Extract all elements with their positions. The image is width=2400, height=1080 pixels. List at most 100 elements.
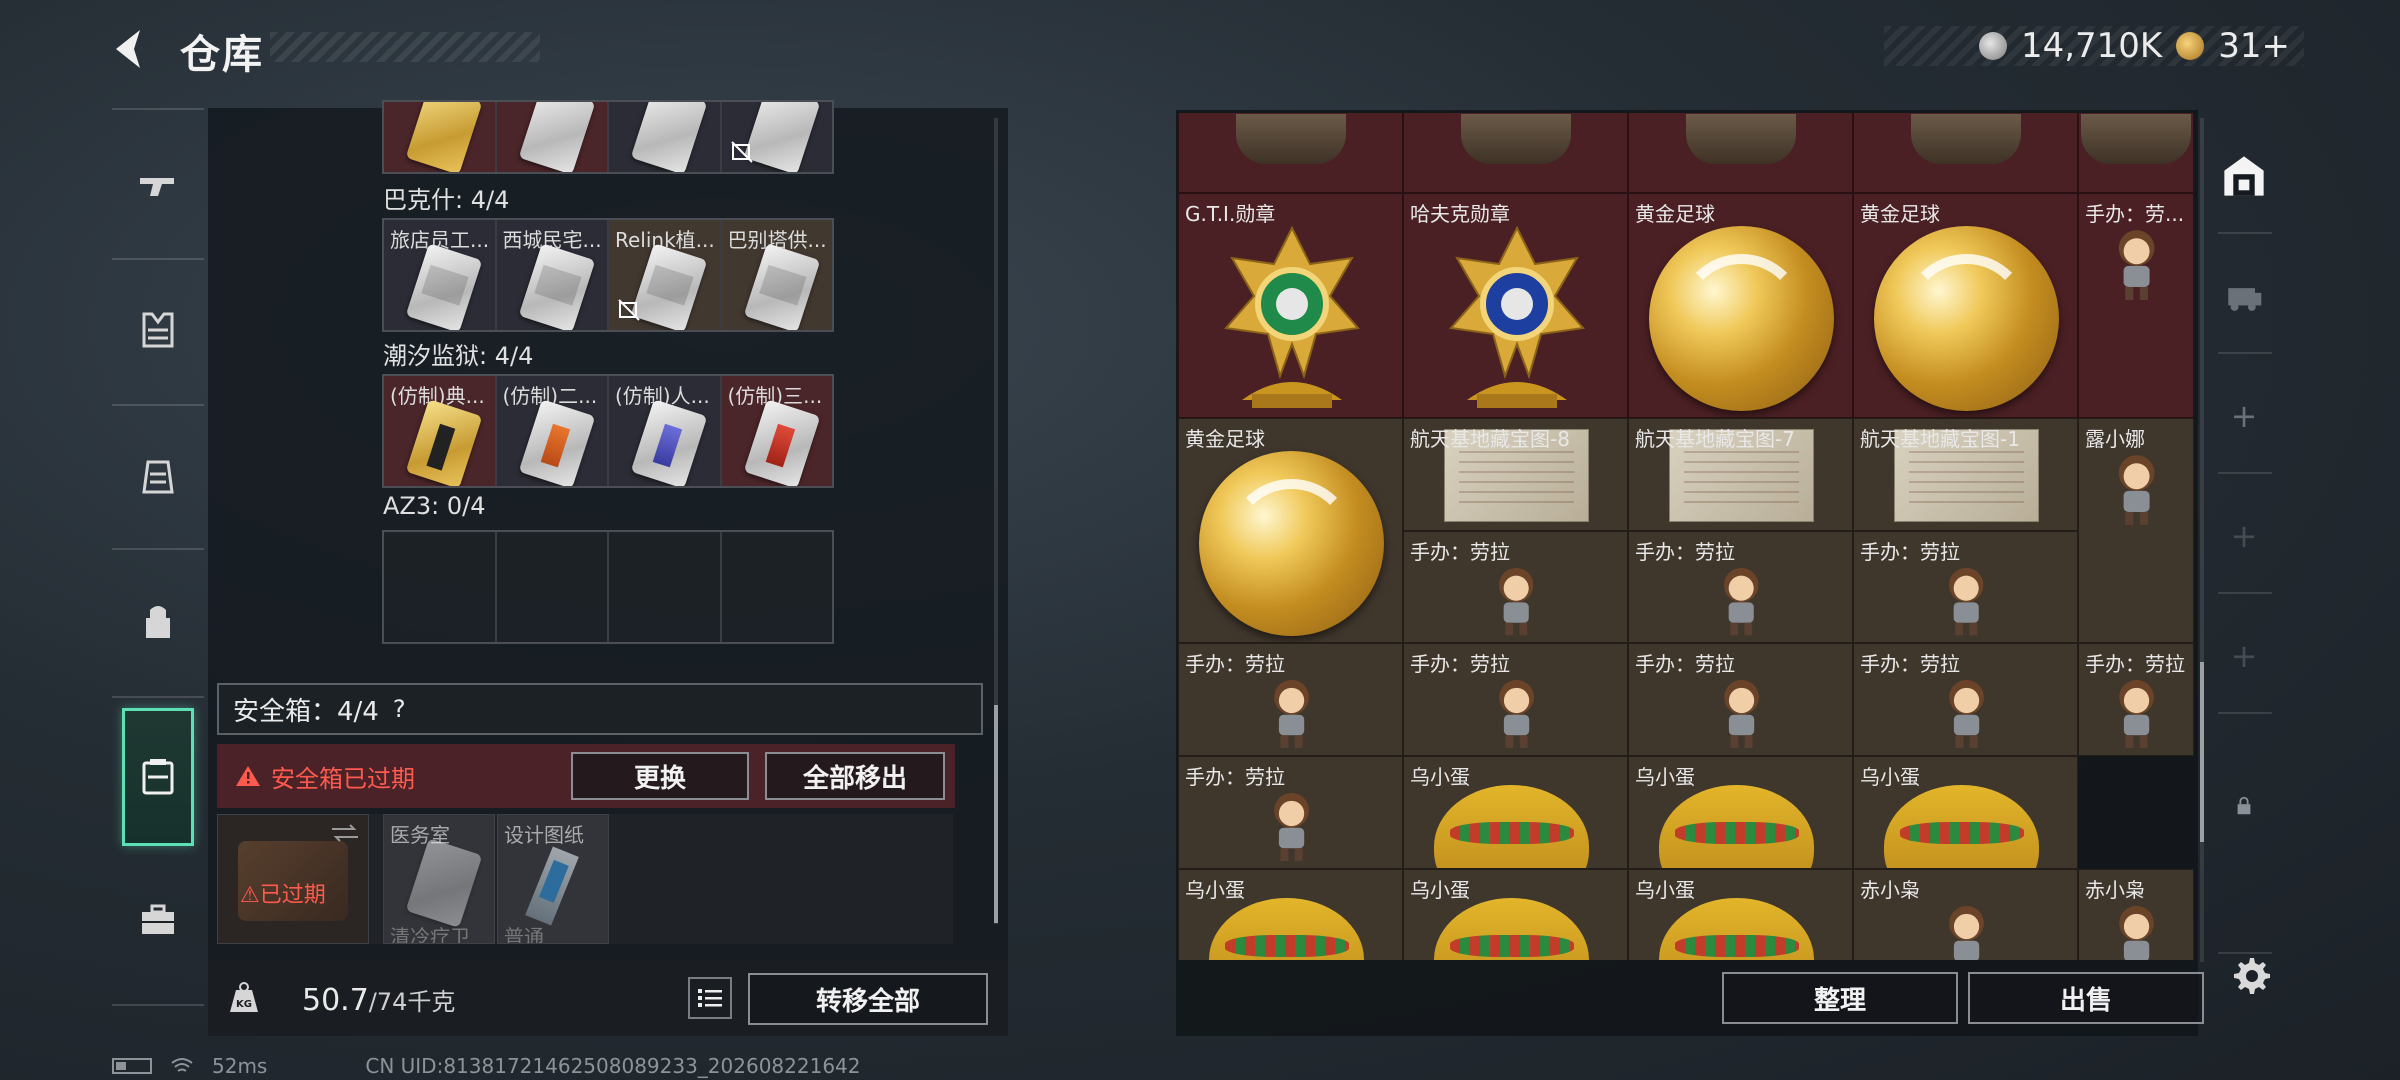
right-scrollbar-thumb[interactable] [2200,662,2204,842]
item-name: 赤小枭 [1860,878,1920,902]
stash-item-cell[interactable]: 乌小蛋 [1628,756,1853,869]
stash-item-cell[interactable]: 手办：劳拉 [1403,643,1628,756]
stash-item-cell[interactable]: 航天基地藏宝图-8 [1403,418,1628,531]
stash-item-cell[interactable] [1403,113,1628,193]
stash-item-cell[interactable] [1853,113,2078,193]
item-name: 黄金足球 [1860,202,1940,226]
slot[interactable] [721,102,832,172]
stash-item-cell[interactable] [2078,113,2194,193]
empty-slot[interactable] [496,532,609,642]
stash-item-cell[interactable]: 黄金足球 [1178,418,1403,643]
stash-item-cell[interactable]: 赤小枭 [1853,869,2078,960]
expired-safe-case[interactable]: ⚠已过期 [217,814,369,944]
sell-button[interactable]: 出售 [1968,972,2204,1024]
expired-message: 安全箱已过期 [271,764,415,793]
stash-item-cell[interactable]: 乌小蛋 [1853,756,2078,869]
weight-bar: KG 50.7/74千克 转移全部 [208,960,1008,1036]
add-stash-tab-button[interactable]: + [2216,508,2272,564]
stash-item-cell[interactable]: 手办：劳拉 [1628,531,1853,643]
slot[interactable]: (仿制)典... [384,376,497,486]
back-button[interactable] [106,24,156,74]
item-image [2081,114,2191,164]
empty-slot[interactable] [384,532,497,642]
figure-image [2097,672,2176,755]
stash-item-cell[interactable] [1628,113,1853,193]
item-name: 手办：劳拉 [1410,652,1510,676]
slot[interactable]: Relink植... [609,220,722,330]
stash-item-cell[interactable]: 手办：劳拉 [1628,643,1853,756]
stash-tab-vehicle[interactable] [2216,268,2272,324]
item-name: 乌小蛋 [1635,878,1695,902]
safe-slot-blueprint[interactable]: 设计图纸 普通 [497,814,609,944]
stash-item-cell[interactable]: 手办：劳拉 [1403,531,1628,643]
stash-home-icon [2224,156,2264,196]
add-stash-tab-button[interactable]: + [2216,388,2272,444]
help-icon[interactable]: ? [393,695,406,723]
silver-currency-value: 14,710K [2020,26,2163,66]
group-label-az3: AZ3: 0/4 [383,492,486,520]
empty-slot[interactable] [609,532,722,642]
stash-item-cell[interactable]: 赤小枭 [2078,869,2194,960]
nav-backpack-icon[interactable] [122,586,194,658]
stash-item-cell[interactable]: 手办：劳拉 [2078,643,2194,756]
nav-backpack-rig-icon[interactable] [122,440,194,512]
slot[interactable]: (仿制)人... [609,376,722,486]
slot[interactable]: 旅店员工... [384,220,497,330]
stash-tab-main[interactable] [2216,148,2272,204]
gold-coin-icon [2176,32,2205,60]
figure-image [2097,898,2176,960]
egg-figure-image [1659,785,1814,868]
stash-item-cell[interactable]: 露小娜 [2078,418,2194,643]
stash-item-cell[interactable] [1178,113,1403,193]
slot[interactable] [496,102,609,172]
item-name: 航天基地藏宝图-7 [1635,427,1795,451]
safe-slot-medical[interactable]: 医务室 清冷疗卫 [383,814,495,944]
empty-slot[interactable] [721,532,832,642]
list-view-button[interactable] [688,977,732,1019]
no-sell-icon [618,299,640,321]
stash-item-cell[interactable]: 手办：劳拉 [1853,643,2078,756]
stash-item-cell[interactable]: 黄金足球 [1853,193,2078,418]
slot[interactable]: (仿制)二... [496,376,609,486]
egg-figure-image [1434,785,1589,868]
stash-item-cell[interactable]: 手办：劳... [2078,193,2194,418]
slot[interactable]: (仿制)三... [721,376,832,486]
nav-gun-icon[interactable] [122,150,194,222]
slot[interactable]: 巴别塔供... [721,220,832,330]
slot[interactable]: 西城民宅... [496,220,609,330]
stash-item-cell[interactable]: 乌小蛋 [1178,869,1403,960]
uid-text: CN UID:8138172146250808923​3_20260822164… [365,1054,861,1078]
stash-item-cell[interactable]: 航天基地藏宝图-7 [1628,418,1853,531]
add-stash-tab-button[interactable]: + [2216,628,2272,684]
side-nav [112,108,204,1008]
tidy-button[interactable]: 整理 [1722,972,1958,1024]
slot[interactable] [384,102,497,172]
slot-row-az3 [382,530,834,644]
stash-item-cell[interactable]: 哈夫克勋章 [1403,193,1628,418]
nav-toolbox-icon[interactable] [122,884,194,956]
stash-item-cell[interactable]: 黄金足球 [1628,193,1853,418]
stash-item-cell[interactable]: 乌小蛋 [1403,869,1628,960]
stash-item-cell[interactable]: 乌小蛋 [1403,756,1628,869]
weight-max: /74千克 [368,988,456,1016]
stash-item-cell[interactable]: 手办：劳拉 [1178,756,1403,869]
nav-vest-icon[interactable] [122,294,194,366]
stash-item-cell[interactable]: 乌小蛋 [1628,869,1853,960]
remove-all-button[interactable]: 全部移出 [765,752,945,800]
figure-image [1702,672,1781,755]
transfer-all-button[interactable]: 转移全部 [748,973,988,1025]
item-name: 乌小蛋 [1635,765,1695,789]
slot[interactable] [609,102,722,172]
settings-gear-icon[interactable] [2226,952,2274,1000]
item-name: 乌小蛋 [1410,765,1470,789]
stash-item-cell[interactable]: G.T.I.勋章 [1178,193,1403,418]
left-scrollbar-thumb[interactable] [994,705,998,923]
stash-item-cell[interactable]: 航天基地藏宝图-1 [1853,418,2078,531]
stash-item-cell[interactable]: 手办：劳拉 [1178,643,1403,756]
locked-stash-tab[interactable] [2216,778,2272,834]
list-icon [698,989,722,1007]
nav-safe-box-tab[interactable] [122,708,194,846]
stash-item-cell[interactable]: 手办：劳拉 [1853,531,2078,643]
item-name: 黄金足球 [1635,202,1715,226]
replace-button[interactable]: 更换 [571,752,749,800]
